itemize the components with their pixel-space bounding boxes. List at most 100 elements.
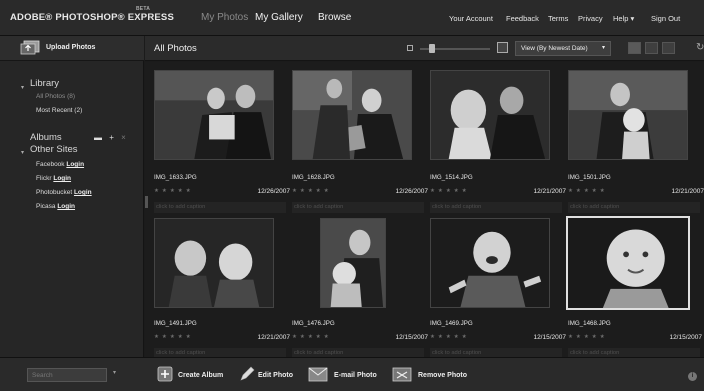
caption-field[interactable]: click to add caption xyxy=(568,202,700,213)
album-actions: ▬ + × xyxy=(94,133,131,142)
photo-date: 12/21/2007 xyxy=(671,188,704,195)
photo-card[interactable]: IMG_1491.JPG ★★★★★ 12/21/2007 click to a… xyxy=(154,216,290,359)
terms-link[interactable]: Terms xyxy=(548,14,568,23)
photo-card[interactable]: IMG_1468.JPG ★★★★★ 12/15/2007 click to a… xyxy=(566,216,702,359)
photo-thumbnail[interactable] xyxy=(430,70,550,160)
search-input[interactable]: Search xyxy=(27,368,107,382)
upload-photos-button[interactable]: Upload Photos xyxy=(0,36,144,61)
sort-dropdown[interactable]: View (By Newest Date) ▾ xyxy=(515,41,611,56)
remove-photo-button[interactable]: Remove Photo xyxy=(392,365,472,385)
app-logo: ADOBE® PHOTOSHOP® EXPRESS BETA xyxy=(10,6,174,23)
photo-card[interactable]: IMG_1628.JPG ★★★★★ 12/26/2007 click to a… xyxy=(292,70,428,213)
create-album-label: Create Album xyxy=(178,372,224,379)
chevron-down-icon: ▾ xyxy=(601,45,605,51)
sign-out-link[interactable]: Sign Out xyxy=(651,14,680,23)
photo-date: 12/21/2007 xyxy=(533,188,566,195)
photo-date: 12/21/2007 xyxy=(257,334,290,341)
photo-filename: IMG_1491.JPG xyxy=(154,320,197,327)
rating-stars[interactable]: ★★★★★ xyxy=(430,334,470,340)
photo-thumbnail[interactable] xyxy=(292,70,412,160)
bottom-toolbar: Search ▾ Create Album Edit Photo E-mail … xyxy=(0,357,704,391)
upload-photos-label: Upload Photos xyxy=(46,44,96,51)
rating-stars[interactable]: ★★★★★ xyxy=(568,188,608,194)
photo-thumbnail[interactable] xyxy=(154,218,274,308)
photo-thumbnail[interactable] xyxy=(154,70,274,160)
large-grid-view-button[interactable] xyxy=(645,42,658,54)
flickr-login-link[interactable]: Login xyxy=(53,175,71,182)
create-album-icon xyxy=(157,366,173,382)
folder-icon[interactable]: ▬ xyxy=(94,133,102,142)
slider-handle[interactable] xyxy=(429,44,435,53)
list-view-button[interactable] xyxy=(662,42,675,54)
edit-photo-button[interactable]: Edit Photo xyxy=(238,365,298,385)
photo-card[interactable]: IMG_1469.JPG ★★★★★ 12/15/2007 click to a… xyxy=(430,216,566,359)
page-title: All Photos xyxy=(154,43,197,54)
photo-thumbnail-selected[interactable] xyxy=(566,216,690,310)
email-photo-label: E-mail Photo xyxy=(334,372,377,379)
photo-image xyxy=(155,219,273,307)
sidebar-item-most-recent[interactable]: Most Recent (2) xyxy=(36,107,82,114)
photo-date: 12/15/2007 xyxy=(533,334,566,341)
add-album-icon[interactable]: + xyxy=(109,133,114,142)
refresh-icon[interactable]: ↻ xyxy=(696,42,704,53)
photo-image xyxy=(293,71,411,159)
rating-stars[interactable]: ★★★★★ xyxy=(154,188,194,194)
upload-photos-icon xyxy=(20,40,40,55)
photo-filename: IMG_1628.JPG xyxy=(292,174,335,181)
zoom-in-icon[interactable] xyxy=(497,42,508,53)
photo-image xyxy=(321,219,385,307)
rating-stars[interactable]: ★★★★★ xyxy=(292,188,332,194)
pencil-icon xyxy=(240,366,255,381)
caption-field[interactable]: click to add caption xyxy=(430,202,562,213)
facebook-login-link[interactable]: Login xyxy=(66,161,84,168)
search-options-icon[interactable]: ▾ xyxy=(113,369,116,376)
nav-my-photos[interactable]: My Photos xyxy=(201,12,248,23)
help-menu[interactable]: Help ▾ xyxy=(613,14,634,23)
sidebar-resize-handle[interactable] xyxy=(145,196,148,208)
rating-stars[interactable]: ★★★★★ xyxy=(154,334,194,340)
photo-thumbnail[interactable] xyxy=(320,218,386,308)
photo-card[interactable]: IMG_1633.JPG ★★★★★ 12/26/2007 click to a… xyxy=(154,70,290,213)
photo-card[interactable]: IMG_1514.JPG ★★★★★ 12/21/2007 click to a… xyxy=(430,70,566,213)
edit-photo-label: Edit Photo xyxy=(258,372,293,379)
photo-date: 12/26/2007 xyxy=(257,188,290,195)
photo-filename: IMG_1633.JPG xyxy=(154,174,197,181)
photo-grid: IMG_1633.JPG ★★★★★ 12/26/2007 click to a… xyxy=(145,62,704,359)
caption-field[interactable]: click to add caption xyxy=(292,202,424,213)
feedback-link[interactable]: Feedback xyxy=(506,14,539,23)
privacy-link[interactable]: Privacy xyxy=(578,14,603,23)
photobucket-login-link[interactable]: Login xyxy=(74,189,92,196)
main-toolbar: All Photos View (By Newest Date) ▾ ↻ xyxy=(145,36,704,61)
zoom-out-icon[interactable] xyxy=(407,45,413,51)
grid-view-button[interactable] xyxy=(628,42,641,54)
photo-thumbnail[interactable] xyxy=(430,218,550,308)
info-icon[interactable]: i xyxy=(688,372,697,381)
photo-filename: IMG_1476.JPG xyxy=(292,320,335,327)
caption-field[interactable]: click to add caption xyxy=(154,202,286,213)
library-title[interactable]: Library xyxy=(30,78,59,89)
rating-stars[interactable]: ★★★★★ xyxy=(568,334,608,340)
other-sites-collapse-icon[interactable]: ▾ xyxy=(21,149,24,156)
sidebar-item-all-photos[interactable]: All Photos (8) xyxy=(36,93,75,100)
beta-badge: BETA xyxy=(136,6,151,12)
close-icon[interactable]: × xyxy=(121,133,126,142)
email-photo-button[interactable]: E-mail Photo xyxy=(308,365,380,385)
library-collapse-icon[interactable]: ▾ xyxy=(21,84,24,91)
your-account-link[interactable]: Your Account xyxy=(449,14,493,23)
photo-image xyxy=(431,71,549,159)
photo-image xyxy=(569,71,687,159)
rating-stars[interactable]: ★★★★★ xyxy=(292,334,332,340)
photo-filename: IMG_1514.JPG xyxy=(430,174,473,181)
create-album-button[interactable]: Create Album xyxy=(156,365,228,385)
rating-stars[interactable]: ★★★★★ xyxy=(430,188,470,194)
nav-my-gallery[interactable]: My Gallery xyxy=(255,12,303,23)
photo-date: 12/15/2007 xyxy=(395,334,428,341)
photo-image xyxy=(431,219,549,307)
left-sidebar: Upload Photos ▾ Library All Photos (8) M… xyxy=(0,36,144,357)
other-sites-title[interactable]: Other Sites xyxy=(30,144,78,155)
nav-browse[interactable]: Browse xyxy=(318,12,351,23)
picasa-login-link[interactable]: Login xyxy=(57,203,75,210)
photo-card[interactable]: IMG_1501.JPG ★★★★★ 12/21/2007 click to a… xyxy=(568,70,704,213)
photo-card[interactable]: IMG_1476.JPG ★★★★★ 12/15/2007 click to a… xyxy=(292,216,428,359)
photo-thumbnail[interactable] xyxy=(568,70,688,160)
